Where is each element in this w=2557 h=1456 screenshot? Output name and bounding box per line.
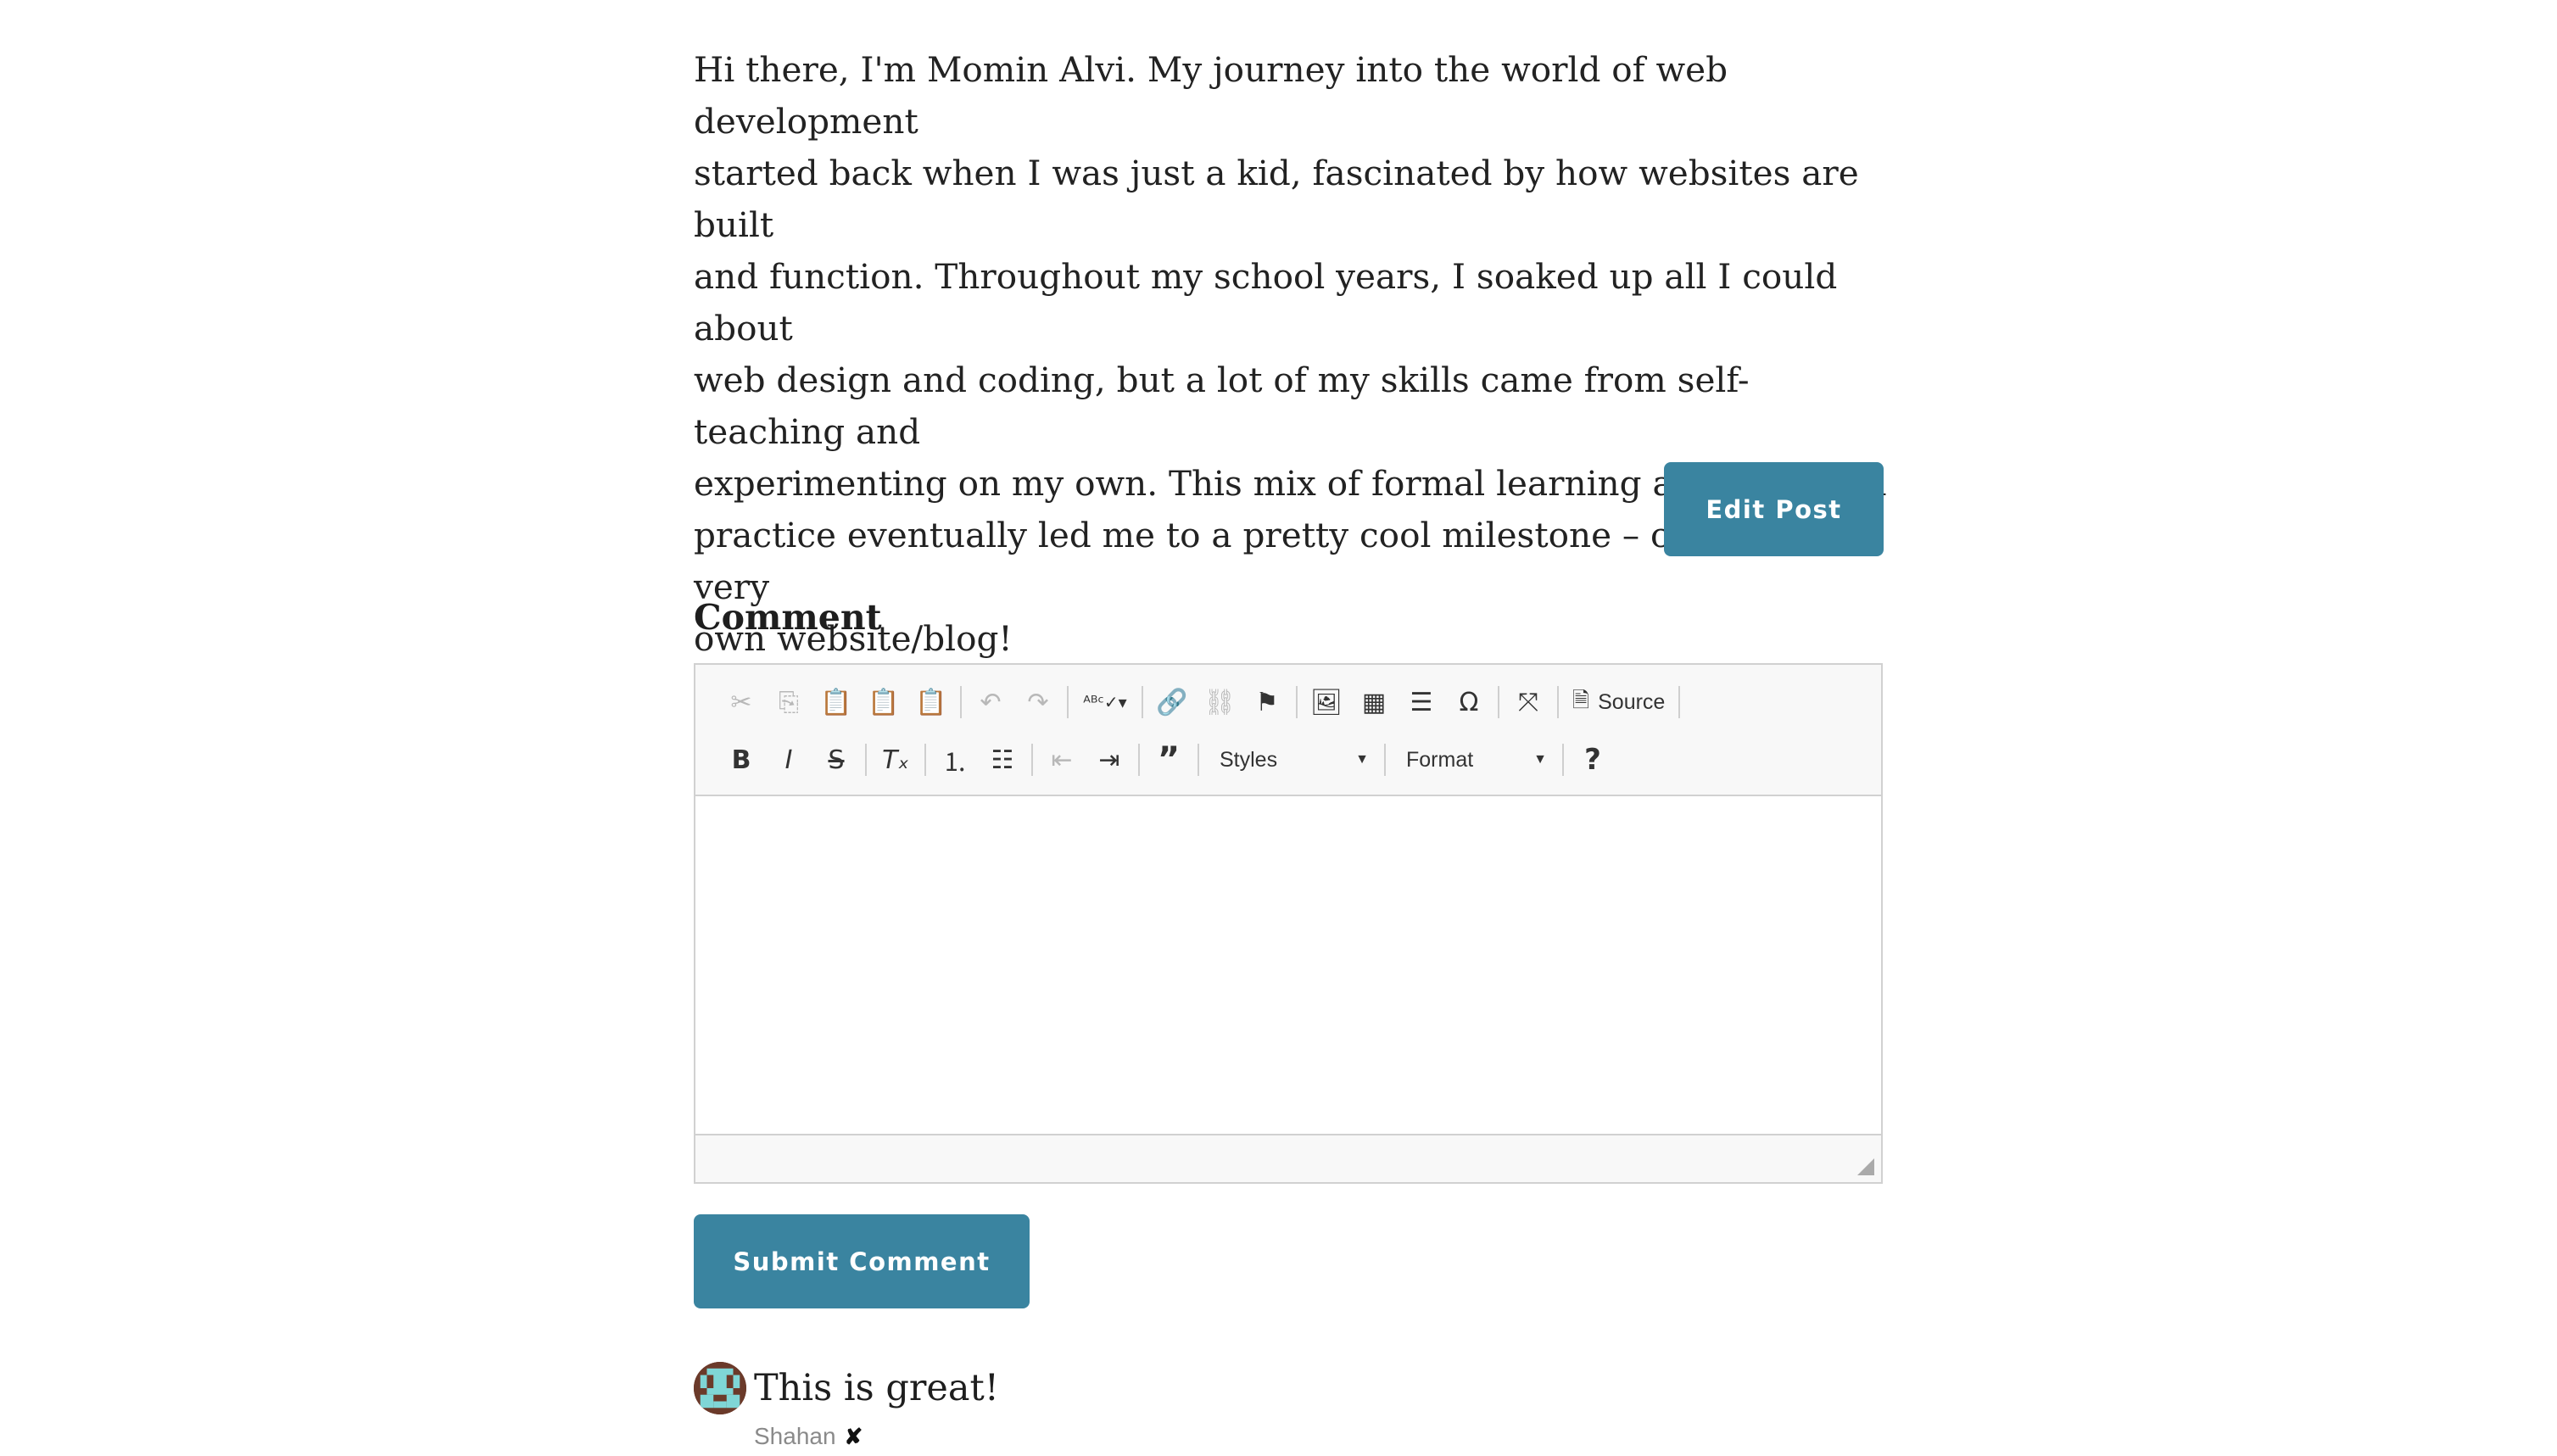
toolbar-separator — [1557, 686, 1559, 718]
cut-icon[interactable]: ✂ — [717, 678, 765, 726]
editor-content-area[interactable] — [695, 796, 1881, 1139]
comment-meta: Shahan ✘ — [754, 1423, 863, 1450]
toolbar-separator — [960, 686, 962, 718]
toolbar-separator — [1678, 686, 1681, 718]
page: Hi there, I'm Momin Alvi. My journey int… — [0, 0, 2557, 1456]
styles-label: Styles — [1220, 747, 1278, 772]
remove-format-icon[interactable]: Tₓ — [872, 736, 919, 784]
toolbar-separator — [1142, 686, 1143, 718]
image-icon[interactable]: 🖼 — [1303, 678, 1350, 726]
editor-toolbar: ✂ ⎘ 📋 📋 📋 ↶ ↷ ᴬᴮᶜ✓▾ 🔗 ⛓ ⚑ 🖼 ▦ ☰ Ω ⤧ 🗎 So… — [695, 665, 1881, 796]
toolbar-separator — [1198, 744, 1199, 776]
avatar-pixel-icon — [694, 1362, 746, 1414]
edit-post-button[interactable]: Edit Post — [1664, 462, 1884, 556]
special-char-icon[interactable]: Ω — [1445, 678, 1493, 726]
toolbar-separator — [924, 744, 926, 776]
post-body: Hi there, I'm Momin Alvi. My journey int… — [694, 44, 1890, 665]
avatar — [694, 1362, 746, 1414]
undo-icon[interactable]: ↶ — [967, 678, 1014, 726]
resize-handle-icon[interactable] — [1857, 1158, 1874, 1175]
toolbar-separator — [1562, 744, 1564, 776]
source-label: Source — [1598, 689, 1666, 714]
delete-comment-icon[interactable]: ✘ — [845, 1424, 863, 1450]
comment-author: Shahan — [754, 1423, 836, 1449]
comment-text: This is great! — [754, 1367, 1000, 1409]
toolbar-separator — [1498, 686, 1499, 718]
post-line: Hi there, I'm Momin Alvi. My journey int… — [694, 49, 1728, 142]
paste-icon[interactable]: 📋 — [812, 678, 860, 726]
comment-heading: Comment — [694, 597, 882, 638]
unlink-icon[interactable]: ⛓ — [1196, 678, 1243, 726]
chevron-down-icon: ▼ — [1355, 752, 1369, 767]
toolbar-separator — [1384, 744, 1386, 776]
blockquote-icon[interactable]: ” — [1145, 736, 1192, 784]
submit-comment-button[interactable]: Submit Comment — [694, 1214, 1030, 1308]
copy-icon[interactable]: ⎘ — [765, 678, 812, 726]
chevron-down-icon: ▼ — [1533, 752, 1547, 767]
italic-icon[interactable]: I — [765, 736, 812, 784]
rich-text-editor: ✂ ⎘ 📋 📋 📋 ↶ ↷ ᴬᴮᶜ✓▾ 🔗 ⛓ ⚑ 🖼 ▦ ☰ Ω ⤧ 🗎 So… — [694, 663, 1883, 1184]
toolbar-separator — [1138, 744, 1140, 776]
toolbar-separator — [865, 744, 867, 776]
styles-dropdown[interactable]: Styles ▼ — [1204, 736, 1379, 784]
numbered-list-icon[interactable]: ⒈ — [931, 736, 979, 784]
anchor-flag-icon[interactable]: ⚑ — [1243, 678, 1291, 726]
maximize-icon[interactable]: ⤧ — [1505, 678, 1552, 726]
post-line: and function. Throughout my school years… — [694, 256, 1838, 349]
format-dropdown[interactable]: Format ▼ — [1391, 736, 1557, 784]
indent-icon[interactable]: ⇥ — [1086, 736, 1133, 784]
link-icon[interactable]: 🔗 — [1148, 678, 1196, 726]
comment-item: This is great! Shahan ✘ — [694, 1362, 1881, 1455]
toolbar-separator — [1031, 744, 1033, 776]
toolbar-row-1: ✂ ⎘ 📋 📋 📋 ↶ ↷ ᴬᴮᶜ✓▾ 🔗 ⛓ ⚑ 🖼 ▦ ☰ Ω ⤧ 🗎 So… — [717, 678, 1685, 726]
redo-icon[interactable]: ↷ — [1014, 678, 1062, 726]
help-icon[interactable]: ? — [1569, 736, 1616, 784]
toolbar-separator — [1067, 686, 1069, 718]
horizontal-line-icon[interactable]: ☰ — [1398, 678, 1445, 726]
bulleted-list-icon[interactable]: ☷ — [979, 736, 1026, 784]
bold-icon[interactable]: B — [717, 736, 765, 784]
source-button[interactable]: 🗎 Source — [1564, 678, 1673, 726]
outdent-icon[interactable]: ⇤ — [1038, 736, 1086, 784]
strikethrough-icon[interactable]: S — [812, 736, 860, 784]
post-line: web design and coding, but a lot of my s… — [694, 360, 1750, 452]
format-label: Format — [1406, 747, 1474, 772]
paste-text-icon[interactable]: 📋 — [860, 678, 907, 726]
spellcheck-icon[interactable]: ᴬᴮᶜ✓▾ — [1074, 678, 1136, 726]
source-icon: 🗎 — [1572, 688, 1590, 712]
table-icon[interactable]: ▦ — [1350, 678, 1398, 726]
toolbar-separator — [1296, 686, 1298, 718]
post-line: started back when I was just a kid, fasc… — [694, 153, 1859, 245]
toolbar-row-2: B I S Tₓ ⒈ ☷ ⇤ ⇥ ” Styles ▼ Format ▼ ? — [717, 736, 1616, 784]
editor-status-bar — [695, 1134, 1881, 1182]
paste-word-icon[interactable]: 📋 — [907, 678, 955, 726]
